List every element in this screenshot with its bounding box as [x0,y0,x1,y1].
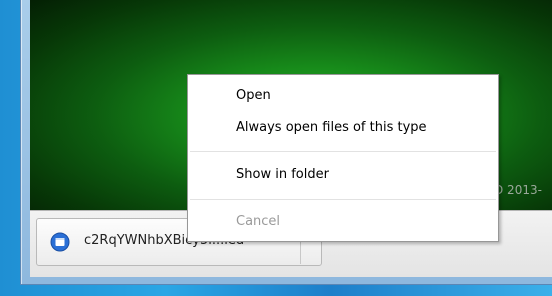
copyright-text: D 2013- [494,183,542,197]
menu-item-open[interactable]: Open [236,88,271,103]
desktop-screen: D 2013- c2RqYWNhbXBicy5l...ied Open Alwa… [0,0,552,296]
file-icon [50,232,70,252]
menu-item-cancel[interactable]: Cancel [236,214,280,229]
menu-separator [190,151,496,152]
menu-separator [190,199,496,200]
menu-item-always-open[interactable]: Always open files of this type [236,120,427,135]
menu-item-show-in-folder[interactable]: Show in folder [236,167,329,182]
context-menu: Open Always open files of this type Show… [187,74,499,242]
